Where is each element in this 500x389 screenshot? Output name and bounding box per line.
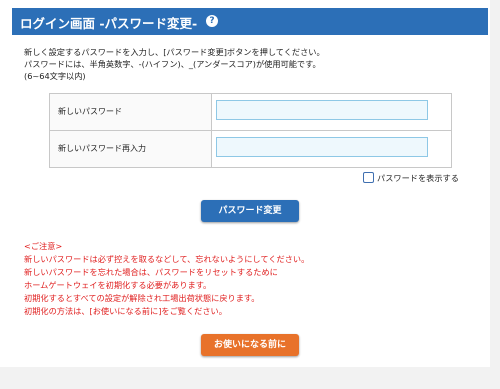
notice-line: 新しいパスワードを忘れた場合は、パスワードをリセットするために <box>24 267 278 277</box>
page: ログイン画面 -パスワード変更- ? 新しく設定するパスワードを入力し、[パスワ… <box>0 0 500 389</box>
confirm-password-label-cell: 新しいパスワード再入力 <box>50 131 212 167</box>
new-password-row: 新しいパスワード <box>50 94 451 131</box>
notice-line: 初期化の方法は、[お使いになる前に]をご覧ください。 <box>24 306 227 316</box>
instruction-line: パスワードには、半角英数字、-(ハイフン)、_(アンダースコア)が使用可能です。 <box>24 59 321 69</box>
notice-line: 新しいパスワードは必ず控えを取るなどして、忘れないようにしてください。 <box>24 254 310 264</box>
instruction-line: (6~64文字以内) <box>24 71 86 81</box>
instruction-line: 新しく設定するパスワードを入力し、[パスワード変更]ボタンを押してください。 <box>24 47 325 57</box>
content-card: ログイン画面 -パスワード変更- ? 新しく設定するパスワードを入力し、[パスワ… <box>0 0 490 367</box>
instructions: 新しく設定するパスワードを入力し、[パスワード変更]ボタンを押してください。 パ… <box>24 46 325 82</box>
notice-line: ホームゲートウェイを初期化する必要があります。 <box>24 280 212 290</box>
new-password-input[interactable] <box>216 100 428 120</box>
new-password-label: 新しいパスワード <box>58 107 122 116</box>
question-circle-icon[interactable]: ? <box>206 15 218 27</box>
confirm-password-input[interactable] <box>216 137 428 157</box>
confirm-password-label: 新しいパスワード再入力 <box>58 144 146 153</box>
show-password-toggle[interactable]: パスワードを表示する <box>363 172 459 184</box>
notice-line: 初期化するとすべての設定が解除され工場出荷状態に戻ります。 <box>24 293 260 303</box>
page-title: ログイン画面 -パスワード変更- <box>20 16 198 31</box>
change-password-button[interactable]: パスワード変更 <box>201 200 299 222</box>
before-use-button[interactable]: お使いになる前に <box>201 334 299 356</box>
show-password-checkbox[interactable] <box>363 172 374 183</box>
show-password-label: パスワードを表示する <box>377 173 459 183</box>
password-form-table: 新しいパスワード 新しいパスワード再入力 <box>49 93 452 168</box>
notice-heading: <ご注意> <box>24 241 63 251</box>
notice: <ご注意> 新しいパスワードは必ず控えを取るなどして、忘れないようにしてください… <box>24 240 309 318</box>
confirm-password-row: 新しいパスワード再入力 <box>50 131 451 167</box>
page-header: ログイン画面 -パスワード変更- ? <box>12 8 488 35</box>
new-password-label-cell: 新しいパスワード <box>50 94 212 130</box>
